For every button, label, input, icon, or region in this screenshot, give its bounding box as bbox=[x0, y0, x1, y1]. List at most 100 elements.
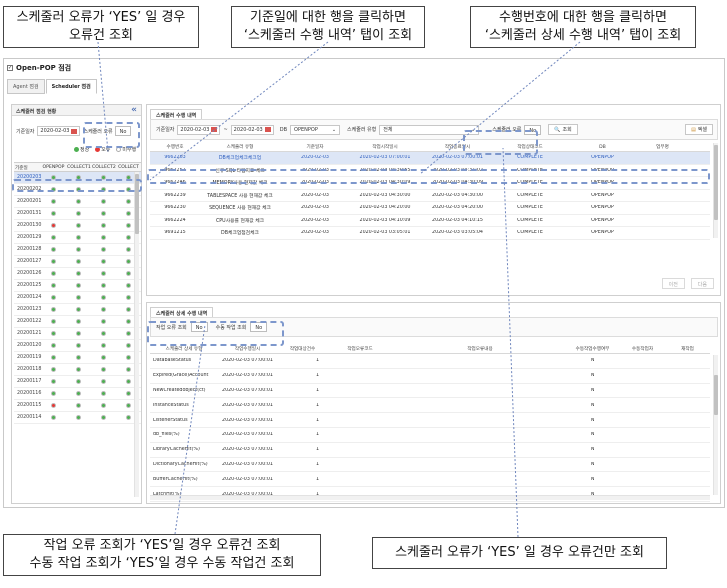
type-select[interactable]: 전체 ⌄ bbox=[379, 124, 480, 135]
status-cell bbox=[41, 175, 66, 180]
scroll-thumb[interactable] bbox=[714, 145, 718, 220]
status-cell bbox=[91, 415, 116, 420]
status-row[interactable]: 20200203 bbox=[14, 172, 141, 184]
date-from-input[interactable]: 2020-02-03 bbox=[177, 124, 221, 135]
ok-status-icon bbox=[101, 199, 106, 204]
status-row[interactable]: 20200115 bbox=[14, 400, 141, 412]
left-filter: 기준일자 2020-02-03 스케줄러 오류 No bbox=[16, 126, 132, 136]
detail-rows: DatabaseStatus 2020-02-03 07:00:01 1 N Expir… bbox=[150, 354, 710, 502]
status-row[interactable]: 20200122 bbox=[14, 316, 141, 328]
table-row[interactable]: InstanceStatus 2020-02-03 07:00:01 1 N bbox=[150, 398, 710, 414]
status-row[interactable]: 20200124 bbox=[14, 292, 141, 304]
prev-button[interactable]: 이전 bbox=[661, 278, 685, 289]
ok-status-icon bbox=[126, 307, 131, 312]
scroll-thumb[interactable] bbox=[135, 174, 139, 234]
status-row[interactable]: 20200123 bbox=[14, 304, 141, 316]
table-row[interactable]: db_files(%) 2020-02-03 07:00:01 1 N bbox=[150, 428, 710, 443]
table-row[interactable]: ListenerStatus 2020-02-03 07:00:01 1 N bbox=[150, 413, 710, 428]
status-row[interactable]: 20200125 bbox=[14, 280, 141, 292]
table-cell: N bbox=[590, 373, 595, 379]
table-row[interactable]: 9662251 신규 SQL 타입지표 체크 2020-02-03 2020-02-0… bbox=[150, 165, 710, 177]
status-row[interactable]: 20200202 bbox=[14, 184, 141, 196]
date-to-input[interactable]: 2020-02-03 bbox=[230, 124, 274, 135]
table-cell: 9662224 bbox=[164, 217, 186, 223]
legend-label: 오류 bbox=[101, 147, 111, 153]
table-cell: COMPLETE bbox=[517, 205, 543, 211]
status-row[interactable]: 20200121 bbox=[14, 328, 141, 340]
status-row[interactable]: 20200118 bbox=[14, 364, 141, 376]
status-row[interactable]: 20200117 bbox=[14, 376, 141, 388]
table-cell: 2020-02-03 04:10:09 bbox=[359, 217, 411, 223]
table-row[interactable]: DictionaryCacheHit(%) 2020-02-03 07:00:01… bbox=[150, 458, 710, 473]
callout-exec-number-row: 수행번호에 대한 행을 클릭하면 ‘스케줄러 상세 수행 내역’ 탭이 조회 bbox=[470, 6, 696, 48]
excel-label: 엑셀 bbox=[697, 127, 707, 133]
table-row[interactable]: 9662263 DB체크업체크체크업 2020-02-03 2020-02-03 07… bbox=[150, 152, 710, 165]
status-row[interactable]: 20200128 bbox=[14, 244, 141, 256]
calendar-icon[interactable] bbox=[264, 127, 271, 132]
status-row[interactable]: 20200119 bbox=[14, 352, 141, 364]
ok-status-icon bbox=[51, 259, 56, 264]
manual-job-toggle[interactable]: No bbox=[250, 322, 268, 332]
tab-scheduler[interactable]: Scheduler 점검 bbox=[45, 79, 97, 94]
table-row[interactable]: 9691215 DB체크업점검체크 2020-02-03 2020-02-03 03:… bbox=[150, 227, 710, 240]
status-row[interactable]: 20200131 bbox=[14, 208, 141, 220]
error-toggle[interactable]: No bbox=[524, 124, 542, 135]
status-cell bbox=[66, 211, 91, 216]
date-input[interactable]: 2020-02-03 bbox=[37, 126, 81, 136]
error-toggle[interactable]: No bbox=[114, 126, 132, 136]
table-row[interactable]: 9662224 CPU사용률 현재값 체크 2020-02-03 2020-02-03… bbox=[150, 215, 710, 227]
detail-scrollbar[interactable] bbox=[713, 355, 718, 495]
app-title-text: Open-POP 점검 bbox=[16, 64, 72, 72]
callout-line: ‘스케줄러 상세 수행 내역’ 탭이 조회 bbox=[484, 28, 682, 43]
left-scrollbar[interactable] bbox=[134, 172, 139, 497]
ok-status-icon bbox=[101, 415, 106, 420]
row-date: 20200203 bbox=[17, 175, 42, 180]
status-row[interactable]: 20200116 bbox=[14, 388, 141, 400]
table-row[interactable]: BufferCacheHit(%) 2020-02-03 07:00:01 1 N bbox=[150, 472, 710, 488]
table-row[interactable]: LibraryCacheHit(%) 2020-02-03 07:00:01 1 N bbox=[150, 443, 710, 458]
job-error-toggle[interactable]: No bbox=[190, 322, 208, 332]
status-row[interactable]: 20200120 bbox=[14, 340, 141, 352]
callout-error-only: 스케줄러 오류가 ‘YES’ 일 경우 오류건만 조회 bbox=[372, 537, 667, 569]
status-cell bbox=[41, 187, 66, 192]
calendar-icon[interactable] bbox=[211, 127, 218, 132]
calendar-icon[interactable] bbox=[71, 128, 78, 134]
table-row[interactable]: NewCreatedobject(ct) 2020-02-03 07:00:01 1… bbox=[150, 384, 710, 399]
row-date: 20200115 bbox=[17, 403, 42, 408]
table-cell: 2020-02-03 04:20:00 bbox=[359, 205, 411, 211]
detail-hscrollbar[interactable] bbox=[150, 495, 710, 500]
callout-base-date-row: 기준일에 대한 행을 클릭하면 ‘스케줄러 수행 내역’ 탭이 조회 bbox=[231, 6, 425, 48]
row-date: 20200130 bbox=[17, 223, 42, 228]
search-label: 조회 bbox=[562, 127, 572, 133]
table-row[interactable]: Expired(Grace)Account 2020-02-03 07:00:01… bbox=[150, 369, 710, 384]
status-row[interactable]: 20200130 bbox=[14, 220, 141, 232]
scroll-thumb[interactable] bbox=[714, 375, 718, 415]
status-row[interactable]: 20200127 bbox=[14, 256, 141, 268]
ok-status-icon bbox=[126, 187, 131, 192]
ok-status-icon bbox=[101, 403, 106, 408]
callout-line: 수행번호에 대한 행을 클릭하면 bbox=[499, 10, 667, 25]
status-row[interactable]: 20200129 bbox=[14, 232, 141, 244]
search-button[interactable]: 🔍 조회 bbox=[548, 124, 578, 135]
ok-status-icon bbox=[126, 211, 131, 216]
status-cell bbox=[66, 283, 91, 288]
table-cell: 1 bbox=[315, 476, 319, 482]
table-row[interactable]: 9662230 SEQUENCE 사용 현재값 체크 2020-02-03 2020-… bbox=[150, 202, 710, 215]
exec-scrollbar[interactable] bbox=[713, 143, 718, 238]
status-cell bbox=[66, 295, 91, 300]
db-select[interactable]: OPENPOP ⌄ bbox=[290, 124, 341, 135]
app-window: ✓ Open-POP 점검 Agent 점검 Scheduler 점검 스케줄러… bbox=[3, 58, 725, 508]
status-row[interactable]: 20200114 bbox=[14, 412, 141, 424]
excel-button[interactable]: ▤ 엑셀 bbox=[685, 124, 713, 135]
status-row[interactable]: 20200201 bbox=[14, 196, 141, 208]
ok-status-icon bbox=[126, 223, 131, 228]
table-row[interactable]: 9662246 MEMORY사용 현재값 체크 2020-02-03 2020-02-… bbox=[150, 177, 710, 190]
status-row[interactable]: 20200126 bbox=[14, 268, 141, 280]
collapse-icon[interactable]: « bbox=[131, 105, 137, 115]
table-row[interactable]: 9662239 TABLESPACE 사용 현재값 체크 2020-02-03 202… bbox=[150, 190, 710, 202]
date-from-value: 2020-02-03 bbox=[180, 126, 210, 133]
tab-agent[interactable]: Agent 점검 bbox=[7, 79, 45, 94]
table-cell: CPU사용률 현재값 체크 bbox=[215, 218, 265, 224]
table-row[interactable]: DatabaseStatus 2020-02-03 07:00:01 1 N bbox=[150, 354, 710, 369]
next-button[interactable]: 다음 bbox=[690, 278, 714, 289]
